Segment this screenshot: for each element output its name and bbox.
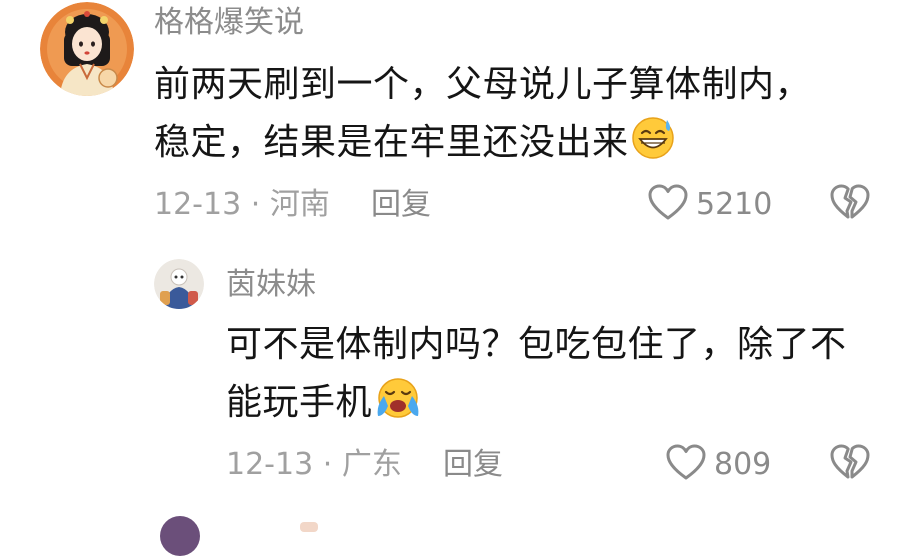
like-count: 5210 (696, 187, 773, 222)
reply-username[interactable]: 茵妹妹 (226, 270, 316, 300)
comment-username[interactable]: 格格爆笑说 (154, 8, 304, 38)
reply-content-line: 可不是体制内吗？包吃包住了，除了不 (226, 324, 847, 365)
comment-content-text: 稳定，结果是在牢里还没出来 (154, 122, 629, 163)
meta-separator: · (322, 447, 333, 482)
meta-separator: · (250, 187, 261, 222)
comment-date: 12-13 (154, 187, 242, 222)
broken-heart-icon (830, 184, 870, 226)
comment-meta: 12-13 · 河南 (154, 190, 330, 220)
like-button[interactable]: 5210 (648, 184, 772, 226)
reply-date: 12-13 (226, 447, 314, 482)
like-count: 809 (714, 447, 772, 482)
reply-button[interactable]: 回复 (371, 190, 431, 220)
comment-content-line: 稳定，结果是在牢里还没出来 (154, 114, 811, 178)
like-button[interactable]: 809 (666, 444, 771, 486)
avatar[interactable] (154, 259, 204, 309)
broken-heart-icon (830, 444, 870, 486)
next-comment-avatar-decoration (300, 522, 318, 532)
reply-content-line: 能玩手机 (226, 374, 847, 438)
next-comment-avatar[interactable] (160, 516, 200, 556)
reply-button[interactable]: 回复 (443, 450, 503, 480)
avatar[interactable] (40, 2, 134, 96)
heart-outline-icon (666, 444, 706, 486)
heart-outline-icon (648, 184, 688, 226)
dislike-button[interactable] (830, 184, 870, 226)
reply-meta: 12-13 · 广东 (226, 450, 402, 480)
reply-content: 可不是体制内吗？包吃包住了，除了不 能玩手机 (226, 316, 847, 438)
reply-content-text: 能玩手机 (226, 382, 373, 423)
dislike-button[interactable] (830, 444, 870, 486)
comment-content: 前两天刷到一个，父母说儿子算体制内， 稳定，结果是在牢里还没出来 (154, 56, 811, 178)
reply-location: 广东 (341, 447, 402, 482)
comment-location: 河南 (269, 187, 330, 222)
grinning-sweat-emoji (631, 116, 675, 178)
loudly-crying-emoji (374, 376, 422, 438)
comment-content-line: 前两天刷到一个，父母说儿子算体制内， (154, 64, 812, 105)
